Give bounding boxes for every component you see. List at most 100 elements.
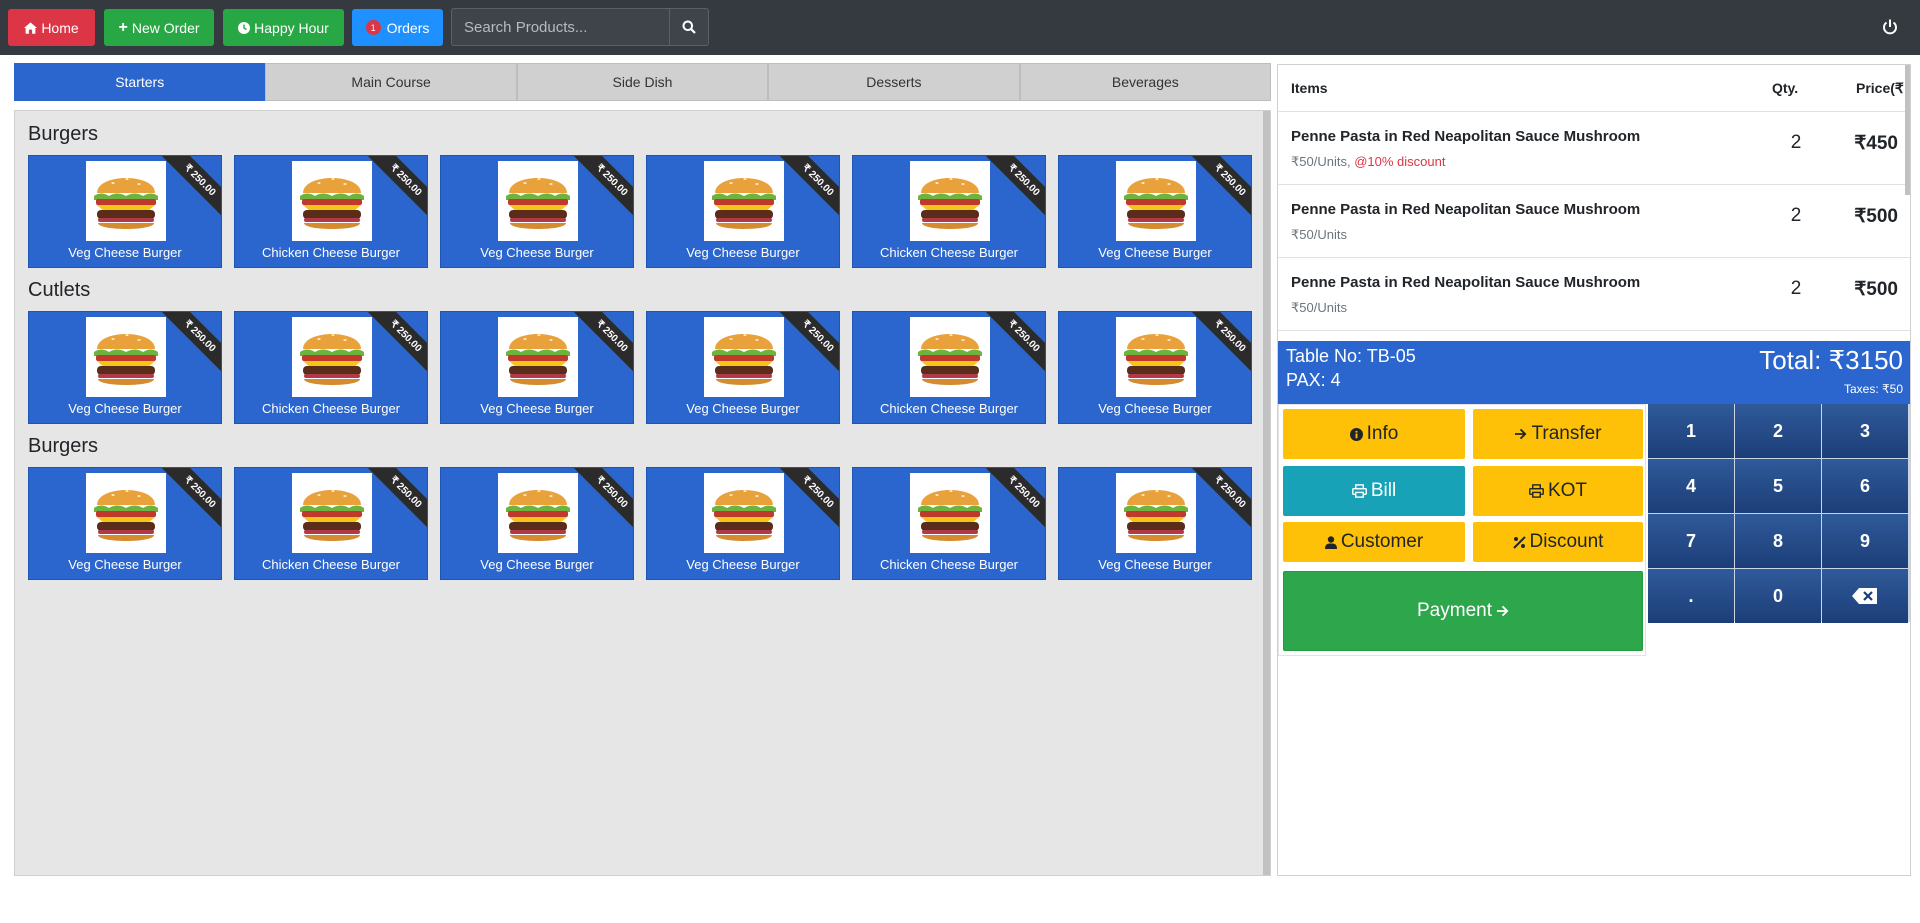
printer-icon	[1529, 484, 1544, 498]
tab-beverages[interactable]: Beverages	[1019, 63, 1272, 101]
price-ribbon: ₹ 250.00	[367, 156, 427, 219]
burger-image	[712, 334, 776, 385]
search-button[interactable]	[669, 8, 709, 46]
order-line[interactable]: Penne Pasta in Red Neapolitan Sauce Mush…	[1278, 112, 1910, 185]
section-title: Cutlets	[28, 279, 91, 301]
price-ribbon: ₹ 250.00	[1191, 468, 1251, 531]
price-ribbon: ₹ 250.00	[161, 468, 221, 531]
burger-image	[300, 178, 364, 229]
info-button[interactable]: Info	[1283, 409, 1465, 459]
power-icon[interactable]	[1880, 17, 1900, 37]
product-card[interactable]: ₹ 250.00 Veg Cheese Burger	[28, 467, 222, 580]
product-card[interactable]: ₹ 250.00 Veg Cheese Burger	[1058, 155, 1252, 268]
product-card[interactable]: ₹ 250.00 Veg Cheese Burger	[440, 155, 634, 268]
tab-desserts[interactable]: Desserts	[768, 63, 1020, 101]
home-button[interactable]: Home	[8, 9, 95, 46]
product-card[interactable]: ₹ 250.00 Veg Cheese Burger	[440, 467, 634, 580]
product-thumb	[292, 473, 372, 553]
category-tabs: Starters Main Course Side Dish Desserts …	[14, 63, 1272, 101]
product-thumb	[704, 473, 784, 553]
product-thumb	[86, 161, 166, 241]
customer-button[interactable]: Customer	[1283, 522, 1465, 562]
numpad-key-9[interactable]: 9	[1822, 514, 1908, 568]
numpad-key-5[interactable]: 5	[1735, 459, 1821, 513]
order-total: Total: ₹3150	[1759, 345, 1903, 375]
payment-label: Payment	[1417, 600, 1492, 621]
product-card[interactable]: ₹ 250.00 Veg Cheese Burger	[28, 311, 222, 424]
tab-starters[interactable]: Starters	[14, 63, 266, 101]
tab-main-course[interactable]: Main Course	[265, 63, 517, 101]
product-thumb	[704, 317, 784, 397]
product-name: Veg Cheese Burger	[686, 401, 800, 416]
product-card[interactable]: ₹ 250.00 Veg Cheese Burger	[440, 311, 634, 424]
numpad-key-dot[interactable]: .	[1648, 569, 1734, 623]
tab-side-dish[interactable]: Side Dish	[516, 63, 769, 101]
numpad-key-3[interactable]: 3	[1822, 404, 1908, 458]
product-card[interactable]: ₹ 250.00 Veg Cheese Burger	[646, 467, 840, 580]
product-name: Veg Cheese Burger	[1098, 557, 1212, 572]
product-thumb	[498, 317, 578, 397]
products-scrollbar[interactable]	[1263, 111, 1270, 875]
burger-image	[918, 178, 982, 229]
order-summary: Table No: TB-05 PAX: 4 Total: ₹3150 Taxe…	[1278, 341, 1910, 404]
discount-button[interactable]: Discount	[1473, 522, 1643, 562]
product-thumb	[86, 317, 166, 397]
backspace-button[interactable]	[1822, 569, 1908, 623]
product-card[interactable]: ₹ 250.00 Chicken Cheese Burger	[852, 467, 1046, 580]
order-line[interactable]: Penne Pasta in Red Neapolitan Sauce Mush…	[1278, 185, 1910, 258]
product-card[interactable]: ₹ 250.00 Chicken Cheese Burger	[234, 311, 428, 424]
orders-button[interactable]: 1 Orders	[352, 9, 443, 46]
product-name: Veg Cheese Burger	[1098, 401, 1212, 416]
product-card[interactable]: ₹ 250.00 Chicken Cheese Burger	[234, 467, 428, 580]
new-order-label: New Order	[131, 19, 200, 36]
numpad-key-1[interactable]: 1	[1648, 404, 1734, 458]
numpad-key-2[interactable]: 2	[1735, 404, 1821, 458]
product-card[interactable]: ₹ 250.00 Veg Cheese Burger	[1058, 311, 1252, 424]
price-ribbon: ₹ 250.00	[161, 156, 221, 219]
product-card[interactable]: ₹ 250.00 Chicken Cheese Burger	[852, 311, 1046, 424]
product-name: Chicken Cheese Burger	[879, 245, 1019, 260]
product-thumb	[86, 473, 166, 553]
transfer-label: Transfer	[1531, 423, 1602, 444]
kot-button[interactable]: KOT	[1473, 466, 1643, 516]
price-ribbon: ₹ 250.00	[779, 468, 839, 531]
new-order-button[interactable]: + New Order	[104, 9, 214, 46]
numpad-key-6[interactable]: 6	[1822, 459, 1908, 513]
burger-image	[506, 178, 570, 229]
payment-button[interactable]: Payment	[1283, 571, 1643, 651]
burger-image	[1124, 334, 1188, 385]
price-ribbon: ₹ 250.00	[367, 468, 427, 531]
order-line[interactable]: Penne Pasta in Red Neapolitan Sauce Mush…	[1278, 258, 1910, 331]
pax-count: PAX: 4	[1286, 370, 1341, 390]
product-card[interactable]: ₹ 250.00 Veg Cheese Burger	[1058, 467, 1252, 580]
product-card[interactable]: ₹ 250.00 Veg Cheese Burger	[646, 155, 840, 268]
numpad-key-7[interactable]: 7	[1648, 514, 1734, 568]
price-ribbon: ₹ 250.00	[779, 312, 839, 375]
burger-image	[300, 334, 364, 385]
order-list-scrollbar[interactable]	[1905, 65, 1910, 195]
happy-hour-button[interactable]: Happy Hour	[223, 9, 344, 46]
burger-image	[1124, 490, 1188, 541]
numpad-key-8[interactable]: 8	[1735, 514, 1821, 568]
product-thumb	[1116, 161, 1196, 241]
product-card[interactable]: ₹ 250.00 Chicken Cheese Burger	[852, 155, 1046, 268]
product-card[interactable]: ₹ 250.00 Veg Cheese Burger	[646, 311, 840, 424]
plus-icon: +	[118, 18, 128, 36]
discount-label: Discount	[1529, 531, 1604, 552]
burger-image	[506, 490, 570, 541]
happy-hour-label: Happy Hour	[254, 19, 329, 36]
numpad-key-4[interactable]: 4	[1648, 459, 1734, 513]
arrow-right-icon	[1496, 605, 1509, 617]
search-input[interactable]	[451, 8, 669, 46]
order-item-unit: ₹50/Units	[1291, 227, 1347, 242]
numpad-key-0[interactable]: 0	[1735, 569, 1821, 623]
product-card[interactable]: ₹ 250.00 Veg Cheese Burger	[28, 155, 222, 268]
product-card[interactable]: ₹ 250.00 Chicken Cheese Burger	[234, 155, 428, 268]
search-icon	[682, 20, 696, 34]
printer-icon	[1351, 484, 1367, 498]
transfer-button[interactable]: Transfer	[1473, 409, 1643, 459]
product-thumb	[910, 161, 990, 241]
bill-button[interactable]: Bill	[1283, 466, 1465, 516]
price-header: Price(₹	[1856, 80, 1904, 96]
product-thumb	[910, 317, 990, 397]
